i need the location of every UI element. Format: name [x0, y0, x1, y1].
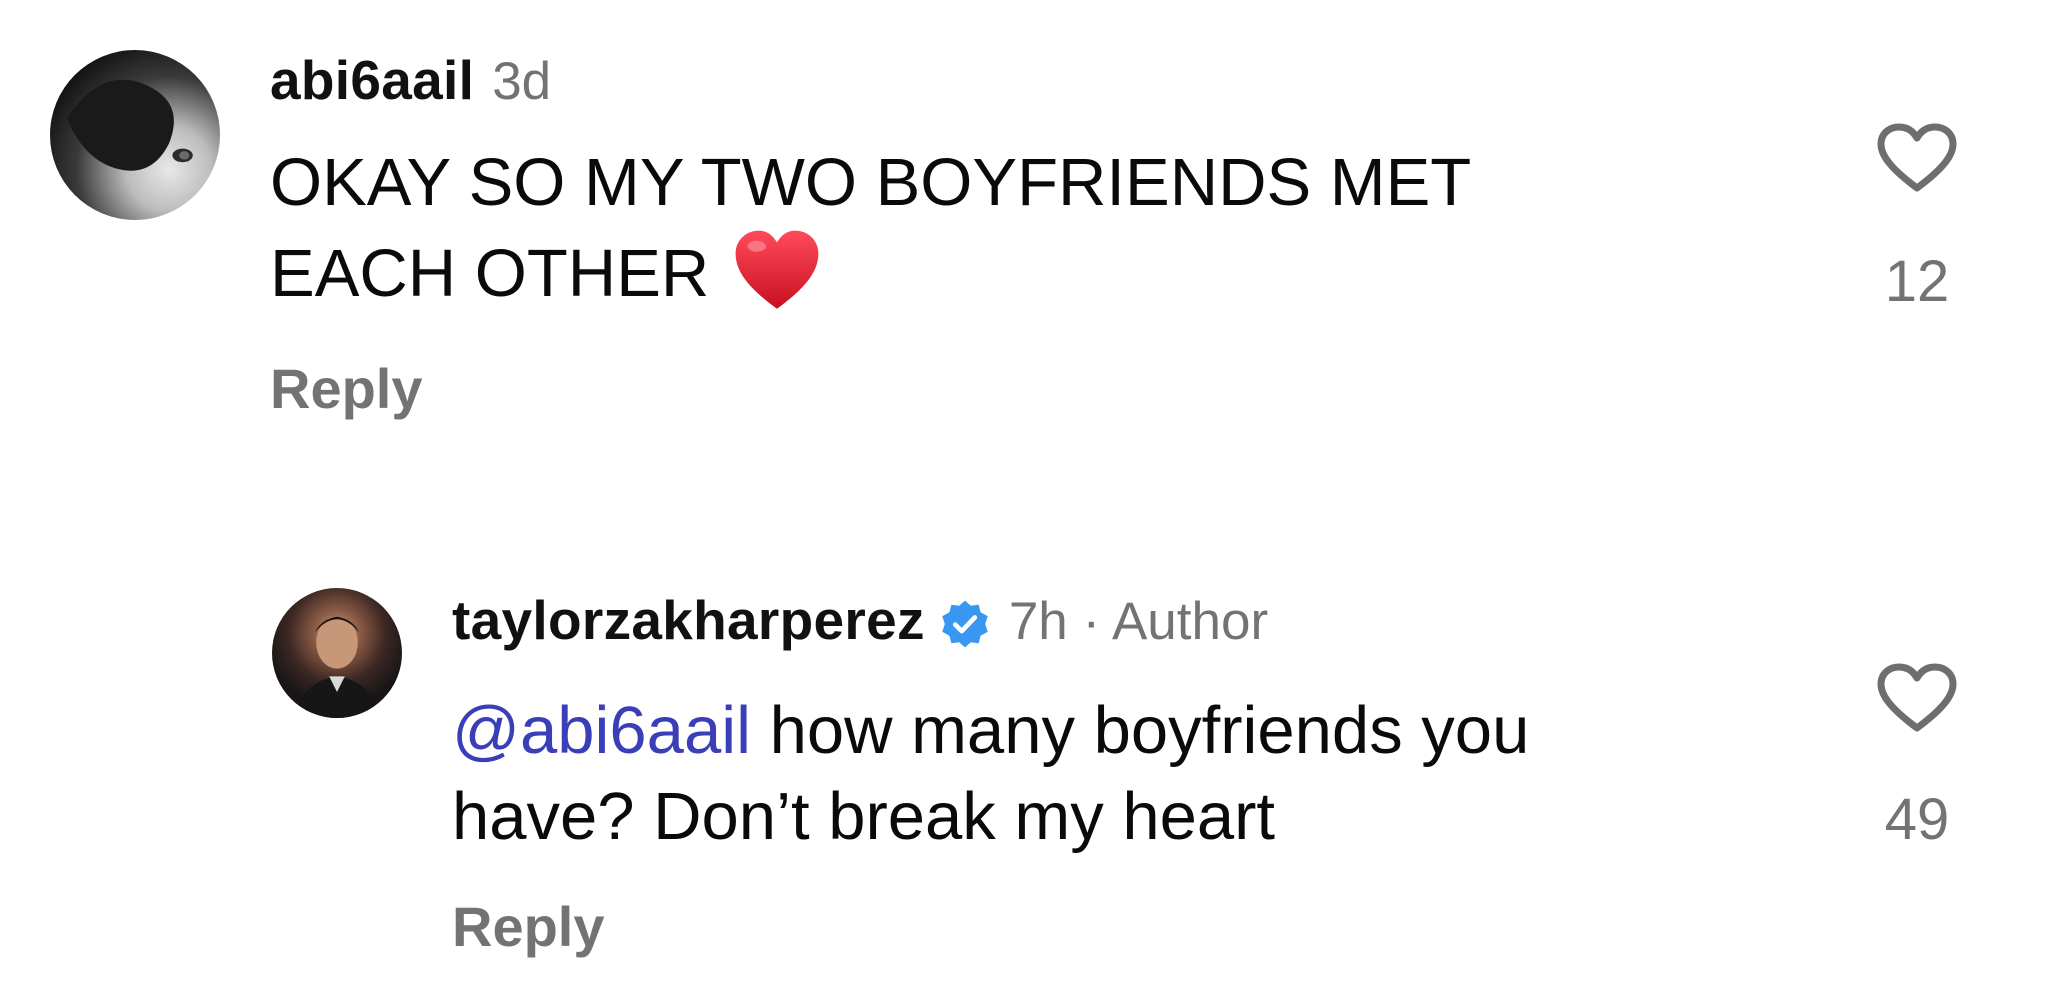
comment-text: OKAY SO MY TWO BOYFRIENDS MET EACH OTHER	[270, 140, 1471, 318]
comment-text: @abi6aail how many boyfriends you have? …	[452, 688, 1529, 860]
heart-outline-icon[interactable]	[1876, 662, 1958, 734]
avatar[interactable]	[50, 50, 220, 220]
comment-text-line: have? Don’t break my heart	[452, 779, 1276, 854]
reply-button[interactable]: Reply	[270, 356, 423, 421]
timestamp: 7h · Author	[1008, 592, 1269, 651]
red-heart-emoji-icon	[731, 226, 823, 318]
like-count: 49	[1884, 787, 1950, 852]
avatar[interactable]	[272, 588, 402, 718]
like-count: 12	[1884, 249, 1950, 314]
comment-header: taylorzakharperez 7h · Author	[452, 588, 1268, 652]
mention-link[interactable]: @abi6aail	[452, 693, 751, 768]
username[interactable]: taylorzakharperez	[452, 588, 925, 652]
avatar-image	[67, 79, 193, 171]
timestamp: 3d	[492, 52, 552, 111]
reply-button[interactable]: Reply	[452, 894, 605, 959]
comment: abi6aail 3d OKAY SO MY TWO BOYFRIENDS ME…	[0, 0, 2045, 460]
comment-text-line: EACH OTHER	[270, 226, 1471, 318]
reply-comment: taylorzakharperez 7h · Author @abi6aail …	[0, 560, 2045, 998]
comment-text-line: OKAY SO MY TWO BOYFRIENDS MET	[270, 145, 1472, 220]
heart-outline-icon[interactable]	[1876, 122, 1958, 194]
comment-text-line-1: how many boyfriends you	[750, 693, 1530, 768]
username[interactable]: abi6aail	[270, 48, 474, 112]
comment-text-line: @abi6aail how many boyfriends you	[452, 688, 1529, 774]
avatar-image	[295, 616, 379, 718]
comment-text-line-2: EACH OTHER	[270, 236, 710, 311]
comment-header: abi6aail 3d	[270, 48, 551, 112]
verified-badge-icon	[939, 598, 991, 650]
